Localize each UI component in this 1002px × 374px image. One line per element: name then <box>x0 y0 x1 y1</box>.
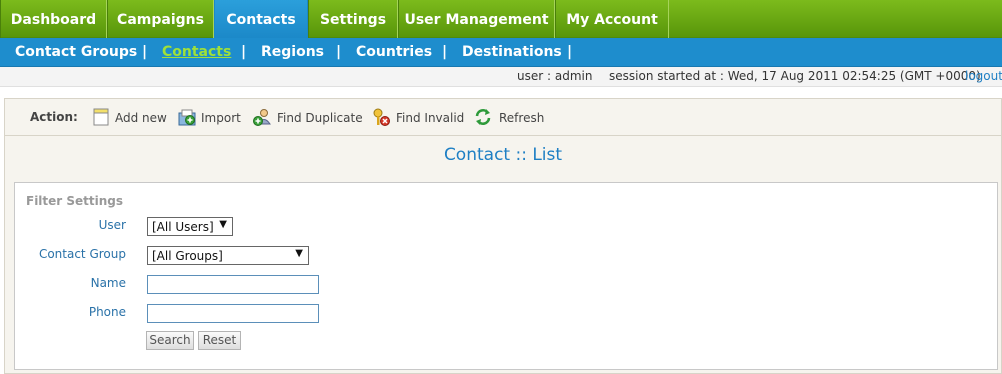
find-invalid-icon <box>373 108 390 126</box>
page-title: Contact :: List <box>443 145 563 165</box>
main-panel: Action: Add new Import Find Duplicate Fi… <box>4 98 1002 374</box>
reset-button[interactable]: Reset <box>198 331 241 350</box>
sub-nav: Contact Groups | Contacts | Regions | Co… <box>0 38 1002 67</box>
chevron-down-icon: ▼ <box>295 248 303 259</box>
subnav-separator: | <box>241 44 247 60</box>
tab-campaigns[interactable]: Campaigns <box>107 0 214 38</box>
refresh-label: Refresh <box>499 111 545 125</box>
subnav-countries[interactable]: Countries <box>356 38 432 67</box>
find-duplicate-label: Find Duplicate <box>277 111 363 125</box>
tab-settings[interactable]: Settings <box>308 0 398 38</box>
logout-link[interactable]: logout <box>965 69 1002 83</box>
find-invalid-button[interactable]: Find Invalid <box>371 106 465 130</box>
refresh-button[interactable]: Refresh <box>473 106 548 130</box>
user-label: User <box>98 218 126 232</box>
find-duplicate-button[interactable]: Find Duplicate <box>252 106 364 130</box>
phone-label: Phone <box>88 305 126 319</box>
import-button[interactable]: Import <box>177 106 247 130</box>
top-nav: Dashboard Campaigns Contacts Settings Us… <box>0 0 1002 39</box>
tab-my-account[interactable]: My Account <box>555 0 669 38</box>
import-label: Import <box>201 111 241 125</box>
phone-input[interactable] <box>147 304 319 323</box>
contact-group-select[interactable]: [All Groups] ▼ <box>147 246 309 265</box>
subnav-separator: | <box>567 44 573 60</box>
subnav-regions[interactable]: Regions <box>261 38 324 67</box>
user-select-value: [All Users] <box>152 220 214 234</box>
search-button[interactable]: Search <box>146 331 194 350</box>
subnav-destinations[interactable]: Destinations <box>462 38 562 67</box>
find-duplicate-icon <box>253 109 271 126</box>
name-input[interactable] <box>147 275 319 294</box>
import-icon <box>178 109 196 126</box>
action-label: Action: <box>30 110 78 124</box>
user-select[interactable]: [All Users] ▼ <box>147 217 233 236</box>
subnav-contacts[interactable]: Contacts <box>162 38 231 67</box>
name-label: Name <box>90 276 126 290</box>
subnav-contact-groups[interactable]: Contact Groups <box>15 38 137 67</box>
contact-group-select-value: [All Groups] <box>152 249 223 263</box>
session-info: session started at : Wed, 17 Aug 2011 02… <box>609 69 981 83</box>
action-bar: Action: Add new Import Find Duplicate Fi… <box>5 99 1001 136</box>
find-invalid-label: Find Invalid <box>396 111 465 125</box>
subnav-separator: | <box>442 44 448 60</box>
add-new-label: Add new <box>115 111 167 125</box>
subnav-separator: | <box>336 44 342 60</box>
current-user: user : admin <box>517 69 593 83</box>
tab-contacts[interactable]: Contacts <box>214 0 308 39</box>
refresh-icon <box>475 109 491 125</box>
filter-legend: Filter Settings <box>26 194 124 208</box>
tab-user-management[interactable]: User Management <box>398 0 555 38</box>
chevron-down-icon: ▼ <box>219 219 227 230</box>
filter-settings: Filter Settings User [All Users] ▼ Conta… <box>14 182 998 370</box>
add-new-icon <box>93 108 109 126</box>
subnav-separator: | <box>142 44 148 60</box>
tab-dashboard[interactable]: Dashboard <box>0 0 107 38</box>
contact-group-label: Contact Group <box>38 247 126 261</box>
status-bar: user : admin session started at : Wed, 1… <box>0 67 1002 87</box>
add-new-button[interactable]: Add new <box>91 106 171 130</box>
